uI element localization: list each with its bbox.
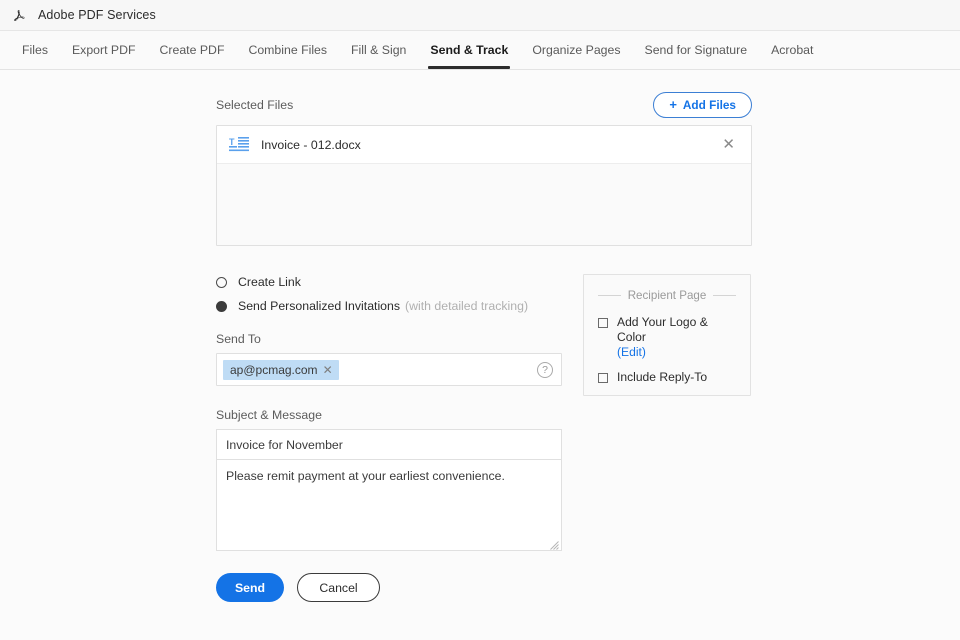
- checkbox-label: Add Your Logo & Color: [617, 315, 708, 344]
- radio-label: Create Link: [238, 275, 301, 289]
- tab-label: Acrobat: [771, 43, 814, 57]
- tab-label: Organize Pages: [532, 43, 621, 57]
- tab-send-for-signature[interactable]: Send for Signature: [633, 31, 760, 69]
- divider-right: [713, 295, 737, 296]
- tab-label: Send & Track: [430, 43, 509, 57]
- selected-files-header: Selected Files + Add Files: [216, 85, 752, 125]
- checkbox-unchecked-icon: [598, 373, 608, 383]
- resize-handle-icon[interactable]: [550, 539, 559, 550]
- selected-files-box: T Invoice - 012.docx ✕: [216, 125, 752, 246]
- radio-button-unchecked-icon: [216, 276, 227, 288]
- add-files-label: Add Files: [682, 98, 736, 112]
- radio-hint: (with detailed tracking): [405, 299, 529, 313]
- svg-text:T: T: [229, 137, 235, 147]
- message-text: Please remit payment at your earliest co…: [226, 469, 505, 483]
- subject-and-message-section: Subject & Message Invoice for November P…: [216, 408, 752, 551]
- send-to-field[interactable]: ap@pcmag.com ✕ ?: [216, 353, 562, 386]
- subject-input[interactable]: Invoice for November: [216, 429, 562, 459]
- send-button[interactable]: Send: [216, 573, 284, 602]
- divider-left: [598, 295, 621, 296]
- recipient-chip[interactable]: ap@pcmag.com ✕: [223, 359, 339, 380]
- add-files-button[interactable]: + Add Files: [653, 92, 752, 118]
- checkbox-unchecked-icon: [598, 318, 608, 328]
- question-mark-icon[interactable]: ?: [537, 361, 553, 378]
- tab-acrobat[interactable]: Acrobat: [759, 31, 825, 69]
- plus-icon: +: [669, 97, 677, 112]
- checkbox-add-your-logo-and-color[interactable]: Add Your Logo & Color (Edit): [598, 315, 736, 360]
- message-textarea[interactable]: Please remit payment at your earliest co…: [216, 459, 562, 551]
- close-icon[interactable]: ✕: [323, 364, 333, 376]
- app-titlebar: Adobe PDF Services: [0, 0, 960, 31]
- selected-files-label: Selected Files: [216, 98, 294, 112]
- checkbox-include-reply-to[interactable]: Include Reply-To: [598, 370, 736, 385]
- tab-label: Create PDF: [159, 43, 225, 57]
- text-document-icon: T: [229, 136, 249, 154]
- file-list-item[interactable]: T Invoice - 012.docx ✕: [217, 126, 751, 164]
- send-and-track-form: Selected Files + Add Files T Invoice - 0…: [216, 70, 752, 602]
- recipient-page-panel: Recipient Page Add Your Logo & Color (Ed…: [583, 274, 751, 396]
- tab-label: Export PDF: [71, 43, 136, 57]
- recipient-email: ap@pcmag.com: [230, 362, 318, 377]
- main-nav-tabs: Files Export PDF Create PDF Combine File…: [0, 31, 960, 70]
- close-icon[interactable]: ✕: [720, 135, 737, 154]
- radio-label: Send Personalized Invitations: [238, 299, 401, 313]
- tab-fill-and-sign[interactable]: Fill & Sign: [339, 31, 418, 69]
- radio-button-checked-icon: [216, 300, 227, 312]
- tab-label: Files: [22, 43, 48, 57]
- tab-create-pdf[interactable]: Create PDF: [148, 31, 237, 69]
- subject-and-message-label: Subject & Message: [216, 408, 322, 422]
- recipient-page-title: Recipient Page: [627, 289, 707, 302]
- file-name: Invoice - 012.docx: [261, 137, 361, 152]
- tab-label: Send for Signature: [644, 43, 748, 57]
- checkbox-label-group: Add Your Logo & Color (Edit): [617, 315, 736, 360]
- checkbox-label: Include Reply-To: [617, 370, 708, 384]
- tab-label: Combine Files: [248, 43, 328, 57]
- cancel-button[interactable]: Cancel: [297, 573, 380, 602]
- recipient-page-title-row: Recipient Page: [598, 289, 737, 302]
- form-actions: Send Cancel: [216, 573, 752, 602]
- adobe-acrobat-logo-icon: [10, 5, 30, 25]
- tab-combine-files[interactable]: Combine Files: [236, 31, 339, 69]
- tab-export-pdf[interactable]: Export PDF: [60, 31, 148, 69]
- tab-send-and-track[interactable]: Send & Track: [418, 31, 520, 69]
- tab-label: Fill & Sign: [351, 43, 407, 57]
- app-title: Adobe PDF Services: [38, 8, 156, 22]
- edit-link[interactable]: (Edit): [617, 345, 736, 360]
- tab-files[interactable]: Files: [10, 31, 60, 69]
- tab-organize-pages[interactable]: Organize Pages: [520, 31, 632, 69]
- delivery-options-section: Create Link Send Personalized Invitation…: [216, 270, 752, 396]
